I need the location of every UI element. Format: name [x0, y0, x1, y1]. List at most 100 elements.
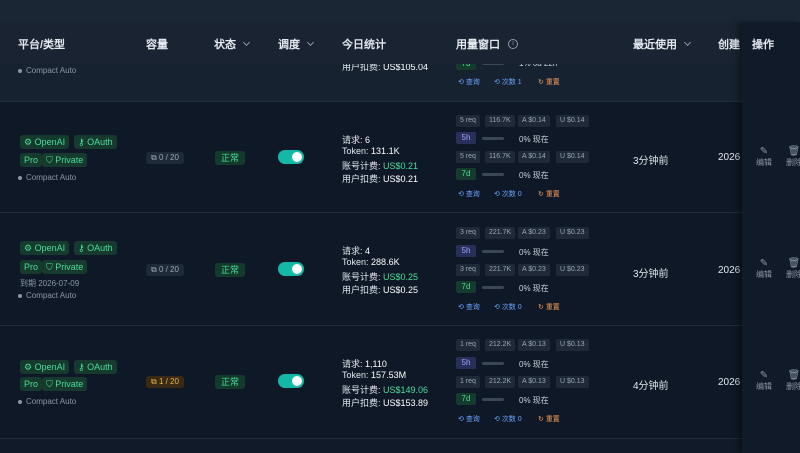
- col-schedule[interactable]: 调度: [278, 36, 315, 52]
- w7d-account-cost: A $0.14: [518, 151, 550, 163]
- w5h-tokens: 116.7K: [485, 115, 515, 127]
- w5h-tokens: 212.2K: [485, 339, 516, 351]
- top-bar: [0, 0, 800, 22]
- w7d-tokens: 116.7K: [485, 151, 515, 163]
- w5h-account-cost: A $0.13: [518, 339, 550, 351]
- visibility-tag: ⛉ Private: [42, 153, 88, 167]
- chevron-down-icon: [683, 38, 692, 47]
- trash-icon: 🗑: [787, 258, 800, 269]
- query-button[interactable]: ⟲ 查询: [458, 77, 480, 87]
- requests-stat: 请求: 6: [342, 135, 371, 145]
- window-7d-label: 7d: [456, 168, 476, 180]
- visibility-tag: ⛉ Private: [42, 377, 88, 391]
- window-7d-pct: 0% 现在: [519, 284, 549, 293]
- delete-button[interactable]: 🗑 删除: [784, 258, 800, 280]
- window-7d-pct: 0% 现在: [519, 171, 549, 180]
- count-button[interactable]: ⟲ 次数 0: [494, 189, 522, 199]
- query-button[interactable]: ⟲ 查询: [458, 414, 480, 424]
- reset-button[interactable]: ↻ 重置: [538, 414, 560, 424]
- schedule-toggle[interactable]: [278, 374, 304, 388]
- w5h-account-cost: A $0.23: [518, 227, 550, 239]
- user-fee-stat: 用户扣费: US$0.21: [342, 174, 419, 184]
- created-date: 2026: [718, 152, 741, 163]
- window-7d-label: 7d: [456, 281, 476, 293]
- platform-tag: ⚙ OpenAI: [20, 241, 70, 255]
- capacity-badge: ⧉ 0 / 20: [146, 264, 184, 276]
- auth-tag: ⚷ OAuth: [74, 360, 117, 374]
- window-5h-label: 5h: [456, 132, 476, 144]
- token-stat: Token: 288.6K: [342, 257, 400, 267]
- table-row: ⚙ OpenAI ⚷ OAuth Pro ⛉ Private Compact A…: [0, 326, 800, 439]
- account-fee-stat: 账号计费: US$0.25: [342, 272, 419, 282]
- edit-button[interactable]: ✎ 编辑: [754, 146, 774, 168]
- delete-button[interactable]: 🗑 删除: [784, 370, 800, 392]
- col-last-used[interactable]: 最近使用: [633, 36, 692, 52]
- w7d-tokens: 212.2K: [485, 376, 516, 388]
- window-5h-pct: 0% 现在: [519, 135, 549, 144]
- w5h-tokens: 221.7K: [485, 227, 516, 239]
- table-header: 平台/类型 容量 状态 调度 今日统计 用量窗口 i 最近使用 创建: [0, 22, 800, 64]
- platform-tag: ⚙ OpenAI: [20, 135, 70, 149]
- capacity-badge: ⧉ 1 / 20: [146, 376, 184, 388]
- type-label: Compact Auto: [18, 66, 76, 75]
- last-used: 3分钟前: [633, 156, 669, 167]
- created-date: 2026: [718, 377, 741, 388]
- window-7d-bar: [482, 173, 504, 176]
- count-button[interactable]: ⟲ 次数 1: [494, 77, 522, 87]
- edit-icon: ✎: [759, 370, 769, 381]
- col-today: 今日统计: [342, 39, 386, 51]
- window-7d-pct: 0% 现在: [519, 396, 549, 405]
- window-5h-bar: [482, 362, 504, 365]
- w7d-req: 3 req: [456, 264, 480, 276]
- w5h-account-cost: A $0.14: [518, 115, 550, 127]
- count-button[interactable]: ⟲ 次数 0: [494, 302, 522, 312]
- token-stat: Token: 131.1K: [342, 146, 400, 156]
- platform-tag: ⚙ OpenAI: [20, 360, 70, 374]
- window-5h-pct: 0% 现在: [519, 248, 549, 257]
- type-label: Compact Auto: [18, 173, 76, 182]
- col-status[interactable]: 状态: [214, 36, 251, 52]
- user-fee-stat: 用户扣费: US$153.89: [342, 398, 429, 408]
- last-used: 3分钟前: [633, 269, 669, 280]
- delete-button[interactable]: 🗑 删除: [784, 146, 800, 168]
- requests-stat: 请求: 4: [342, 246, 371, 256]
- col-capacity: 容量: [146, 39, 168, 51]
- reset-button[interactable]: ↻ 重置: [538, 77, 560, 87]
- trash-icon: 🗑: [787, 146, 800, 157]
- col-actions: 操作: [752, 39, 774, 51]
- visibility-tag: ⛉ Private: [42, 260, 88, 274]
- w7d-req: 5 req: [456, 151, 480, 163]
- info-icon: i: [508, 39, 518, 49]
- last-used: 4分钟前: [633, 381, 669, 392]
- count-button[interactable]: ⟲ 次数 0: [494, 414, 522, 424]
- reset-button[interactable]: ↻ 重置: [538, 302, 560, 312]
- chevron-down-icon: [242, 38, 251, 47]
- capacity-badge: ⧉ 0 / 20: [146, 152, 184, 164]
- w7d-account-cost: A $0.13: [518, 376, 550, 388]
- col-platform: 平台/类型: [18, 39, 66, 51]
- window-5h-bar: [482, 137, 504, 140]
- requests-stat: 请求: 1,110: [342, 359, 387, 369]
- reset-button[interactable]: ↻ 重置: [538, 189, 560, 199]
- w5h-req: 1 req: [456, 339, 480, 351]
- schedule-toggle[interactable]: [278, 262, 304, 276]
- w7d-account-cost: A $0.23: [518, 264, 550, 276]
- w5h-user-cost: U $0.14: [556, 115, 589, 127]
- edit-button[interactable]: ✎ 编辑: [754, 370, 774, 392]
- token-stat: Token: 157.53M: [342, 370, 407, 380]
- w5h-user-cost: U $0.23: [556, 227, 589, 239]
- query-button[interactable]: ⟲ 查询: [458, 302, 480, 312]
- auth-tag: ⚷ OAuth: [74, 241, 117, 255]
- type-label: Compact Auto: [18, 291, 76, 300]
- query-button[interactable]: ⟲ 查询: [458, 189, 480, 199]
- table-row: ⚙ OpenAI ⚷ OAuth Pro ⛉ Private 到期 2026-0…: [0, 213, 800, 326]
- plan-tag: Pro: [20, 260, 43, 274]
- edit-button[interactable]: ✎ 编辑: [754, 258, 774, 280]
- w7d-user-cost: U $0.23: [556, 264, 589, 276]
- w7d-req: 1 req: [456, 376, 480, 388]
- type-label: Compact Auto: [18, 397, 76, 406]
- table-row-partial: Compact Auto 用户扣费: US$105.04 7d 1% 6d 22…: [0, 58, 800, 102]
- window-7d-bar: [482, 286, 504, 289]
- status-badge: 正常: [215, 263, 246, 277]
- schedule-toggle[interactable]: [278, 150, 304, 164]
